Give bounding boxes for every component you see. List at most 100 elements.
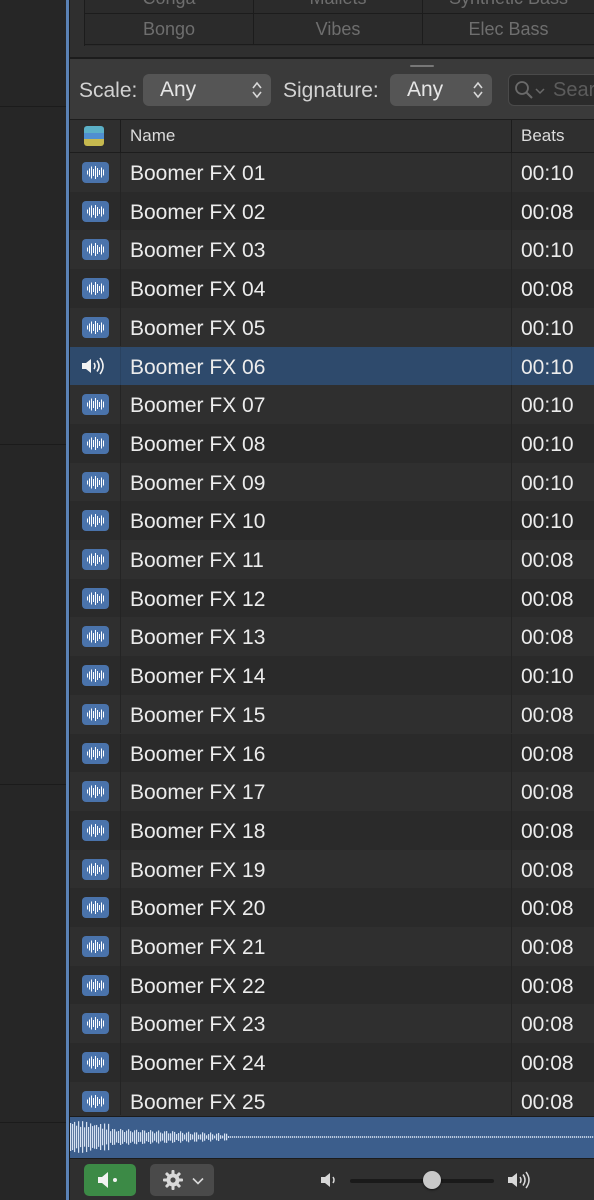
filter-bar: Scale: Any Signature: Any Sear xyxy=(70,59,594,119)
audio-waveform-icon xyxy=(82,200,109,222)
loop-name: Boomer FX 19 xyxy=(130,858,266,882)
volume-high-icon xyxy=(508,1171,530,1189)
scale-value: Any xyxy=(160,78,197,101)
loop-row[interactable]: Boomer FX 21 00:08 xyxy=(70,927,594,966)
color-column-icon[interactable] xyxy=(84,126,104,146)
speaker-playing-icon xyxy=(82,357,104,374)
loop-name: Boomer FX 03 xyxy=(130,239,266,263)
loop-name: Boomer FX 02 xyxy=(130,200,266,224)
loop-row[interactable]: Boomer FX 02 00:08 xyxy=(70,191,594,231)
loop-row[interactable]: Boomer FX 15 00:08 xyxy=(70,694,594,734)
signature-value: Any xyxy=(407,78,444,101)
loop-row[interactable]: Boomer FX 22 00:08 xyxy=(70,965,594,1005)
loop-list: Boomer FX 01 00:10 Boomer FX 02 00:08 Boomer… xyxy=(70,153,594,1115)
loop-beats: 00:08 xyxy=(521,974,574,998)
loop-row[interactable]: Boomer FX 17 00:08 xyxy=(70,772,594,811)
loop-row[interactable]: Boomer FX 06 00:10 xyxy=(70,346,594,386)
loop-beats: 00:08 xyxy=(521,587,574,611)
loop-row[interactable]: Boomer FX 10 00:10 xyxy=(70,501,594,540)
panel-focus-border xyxy=(66,0,70,1200)
loop-name: Boomer FX 09 xyxy=(130,471,266,495)
loop-row[interactable]: Boomer FX 04 00:08 xyxy=(70,269,594,308)
loop-beats: 00:10 xyxy=(521,162,574,185)
volume-slider-knob[interactable] xyxy=(423,1171,442,1189)
audio-waveform-icon xyxy=(82,819,109,841)
audio-waveform-icon xyxy=(82,781,109,803)
audio-waveform-icon xyxy=(82,278,109,300)
keyword-button-vibes[interactable]: Vibes xyxy=(254,14,423,45)
loop-beats: 00:10 xyxy=(521,316,574,340)
signature-popup[interactable]: Any xyxy=(390,74,492,106)
loop-beats: 00:08 xyxy=(521,626,574,650)
loop-name: Boomer FX 05 xyxy=(130,316,266,340)
loop-beats: 00:08 xyxy=(521,781,574,805)
loop-row[interactable]: Boomer FX 14 00:10 xyxy=(70,656,594,695)
loop-row[interactable]: Boomer FX 16 00:08 xyxy=(70,733,594,773)
beats-column-header[interactable]: Beats xyxy=(521,126,564,146)
loop-beats: 00:10 xyxy=(521,471,574,495)
bottom-toolbar xyxy=(70,1158,594,1200)
loop-name: Boomer FX 18 xyxy=(130,819,266,843)
chevron-down-icon[interactable] xyxy=(535,87,545,95)
audio-waveform-icon xyxy=(82,162,109,183)
loop-name: Boomer FX 10 xyxy=(130,510,266,534)
loop-name: Boomer FX 06 xyxy=(130,355,266,379)
loop-name: Boomer FX 14 xyxy=(130,665,266,689)
search-icon xyxy=(515,81,533,99)
settings-menu-button[interactable] xyxy=(150,1164,214,1196)
loop-name: Boomer FX 08 xyxy=(130,432,266,456)
loop-name: Boomer FX 25 xyxy=(130,1090,266,1114)
instrument-keyword-grid: Conga Mallets Synthetic Bass Bongo Vibes… xyxy=(84,0,594,46)
loop-row[interactable]: Boomer FX 13 00:08 xyxy=(70,617,594,657)
updown-arrows-icon xyxy=(473,81,483,99)
loop-name: Boomer FX 07 xyxy=(130,394,266,418)
volume-slider[interactable] xyxy=(350,1179,494,1183)
name-column-header[interactable]: Name xyxy=(130,126,175,146)
loop-row[interactable]: Boomer FX 05 00:10 xyxy=(70,307,594,347)
preview-volume-button[interactable] xyxy=(84,1164,136,1196)
chevron-down-icon xyxy=(192,1177,204,1185)
scale-popup[interactable]: Any xyxy=(143,74,271,106)
keyword-button-conga[interactable]: Conga xyxy=(85,0,254,14)
loop-row[interactable]: Boomer FX 23 00:08 xyxy=(70,1004,594,1044)
loop-row[interactable]: Boomer FX 11 00:08 xyxy=(70,540,594,579)
loop-row[interactable]: Boomer FX 07 00:10 xyxy=(70,385,594,424)
keyword-button-mallets[interactable]: Mallets xyxy=(254,0,423,14)
loop-beats: 00:10 xyxy=(521,510,574,534)
audio-waveform-icon xyxy=(82,510,109,532)
loop-beats: 00:08 xyxy=(521,549,574,572)
loop-row[interactable]: Boomer FX 20 00:08 xyxy=(70,888,594,927)
audio-waveform-icon xyxy=(82,239,109,261)
loop-name: Boomer FX 17 xyxy=(130,781,266,805)
audio-waveform-icon xyxy=(82,587,109,609)
audio-waveform-icon xyxy=(82,742,109,764)
loop-name: Boomer FX 04 xyxy=(130,278,266,302)
waveform-preview[interactable] xyxy=(70,1116,594,1159)
loop-beats: 00:08 xyxy=(521,1052,574,1076)
keyword-button-elec-bass[interactable]: Elec Bass xyxy=(423,14,594,45)
loop-row[interactable]: Boomer FX 24 00:08 xyxy=(70,1043,594,1082)
updown-arrows-icon xyxy=(252,81,262,99)
audio-waveform-icon xyxy=(82,897,109,919)
loop-beats: 00:10 xyxy=(521,239,574,263)
keyword-button-synthetic-bass[interactable]: Synthetic Bass xyxy=(423,0,594,14)
loop-row[interactable]: Boomer FX 09 00:10 xyxy=(70,462,594,502)
loop-row[interactable]: Boomer FX 03 00:10 xyxy=(70,230,594,270)
keyword-button-bongo[interactable]: Bongo xyxy=(85,14,254,45)
loop-row[interactable]: Boomer FX 18 00:08 xyxy=(70,810,594,850)
loop-row[interactable]: Boomer FX 19 00:08 xyxy=(70,849,594,889)
loop-name: Boomer FX 16 xyxy=(130,742,266,766)
search-placeholder: Sear xyxy=(553,79,594,101)
search-field[interactable]: Sear xyxy=(508,74,594,106)
loop-row[interactable]: Boomer FX 01 00:10 xyxy=(70,153,594,192)
loop-beats: 00:08 xyxy=(521,200,574,224)
loop-row[interactable]: Boomer FX 08 00:10 xyxy=(70,423,594,463)
loop-beats: 00:10 xyxy=(521,355,574,379)
loop-beats: 00:08 xyxy=(521,278,574,302)
resize-grip[interactable] xyxy=(410,65,434,67)
loop-beats: 00:08 xyxy=(521,858,574,882)
loop-row[interactable]: Boomer FX 12 00:08 xyxy=(70,578,594,618)
loop-row[interactable]: Boomer FX 25 00:08 xyxy=(70,1081,594,1115)
audio-waveform-icon xyxy=(82,1052,109,1074)
loop-name: Boomer FX 24 xyxy=(130,1052,266,1076)
